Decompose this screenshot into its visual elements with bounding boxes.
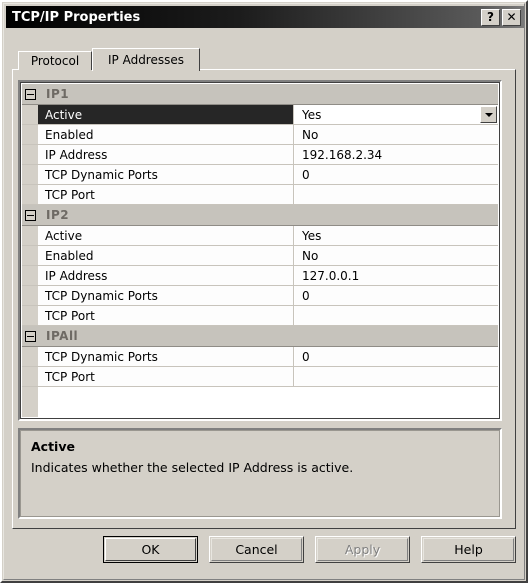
apply-button-label: Apply <box>344 542 381 557</box>
ok-button-label: OK <box>141 542 160 557</box>
description-pane: Active Indicates whether the selected IP… <box>18 428 502 519</box>
cancel-button-label: Cancel <box>235 542 278 557</box>
property-name: TCP Dynamic Ports <box>38 165 294 184</box>
table-row[interactable]: TCP Port <box>22 367 498 387</box>
property-value[interactable]: 0 <box>295 286 498 305</box>
title-bar-buttons: ? ✕ <box>481 8 521 26</box>
property-name: Active <box>38 226 294 245</box>
property-name: IP Address <box>38 145 294 164</box>
ok-button[interactable]: OK <box>103 536 198 563</box>
property-name: TCP Port <box>38 185 294 204</box>
property-value[interactable]: Yes <box>295 105 498 124</box>
table-row[interactable]: Active Yes <box>22 105 498 125</box>
tcpip-properties-dialog: TCP/IP Properties ? ✕ Protocol IP Addres… <box>0 0 528 583</box>
property-value[interactable]: No <box>295 246 498 265</box>
table-row[interactable]: Enabled No <box>22 125 498 145</box>
dialog-inner-frame: TCP/IP Properties ? ✕ Protocol IP Addres… <box>3 3 525 580</box>
property-name: TCP Dynamic Ports <box>38 286 294 305</box>
close-icon[interactable]: ✕ <box>502 8 521 26</box>
table-row[interactable]: IP Address 127.0.0.1 <box>22 266 498 286</box>
grid-rows: IP1 Active Yes Enabled No IP Address 192… <box>22 84 498 417</box>
property-grid-inner: IP1 Active Yes Enabled No IP Address 192… <box>20 82 500 419</box>
group-label-ipall: IPAll <box>46 329 79 343</box>
table-row[interactable]: IP Address 192.168.2.34 <box>22 145 498 165</box>
property-name: TCP Port <box>38 367 294 386</box>
title-bar[interactable]: TCP/IP Properties ? ✕ <box>6 6 524 28</box>
help-icon[interactable]: ? <box>481 8 500 26</box>
help-button[interactable]: Help <box>421 536 516 563</box>
collapse-minus-icon[interactable] <box>25 210 36 221</box>
apply-button: Apply <box>315 536 410 563</box>
collapse-minus-icon[interactable] <box>25 89 36 100</box>
tab-ip-addresses-label: IP Addresses <box>107 53 184 67</box>
table-row[interactable]: TCP Dynamic Ports 0 <box>22 286 498 306</box>
window-title: TCP/IP Properties <box>12 9 141 25</box>
property-value[interactable] <box>295 306 498 325</box>
group-header-ip2[interactable]: IP2 <box>22 205 498 226</box>
property-value[interactable]: 127.0.0.1 <box>295 266 498 285</box>
property-name: TCP Port <box>38 306 294 325</box>
group-label-ip2: IP2 <box>46 208 70 222</box>
group-header-ipall[interactable]: IPAll <box>22 326 498 347</box>
property-name: Enabled <box>38 246 294 265</box>
property-value[interactable]: 0 <box>295 165 498 184</box>
property-name: TCP Dynamic Ports <box>38 347 294 366</box>
description-text: Indicates whether the selected IP Addres… <box>31 460 354 475</box>
description-title: Active <box>31 439 75 454</box>
property-value[interactable] <box>295 367 498 386</box>
property-value[interactable]: Yes <box>295 226 498 245</box>
tab-ip-addresses[interactable]: IP Addresses <box>92 48 200 71</box>
group-header-ip1[interactable]: IP1 <box>22 84 498 105</box>
tab-protocol-label: Protocol <box>30 54 80 68</box>
table-row[interactable]: Enabled No <box>22 246 498 266</box>
tab-protocol[interactable]: Protocol <box>18 51 92 70</box>
collapse-minus-icon[interactable] <box>25 331 36 342</box>
table-row[interactable]: TCP Dynamic Ports 0 <box>22 165 498 185</box>
tab-strip: Protocol IP Addresses <box>18 48 515 71</box>
property-value[interactable]: 0 <box>295 347 498 366</box>
chevron-down-icon[interactable] <box>480 106 497 123</box>
property-grid[interactable]: IP1 Active Yes Enabled No IP Address 192… <box>18 80 502 421</box>
property-name: Active <box>38 105 294 124</box>
property-name: Enabled <box>38 125 294 144</box>
property-value[interactable]: No <box>295 125 498 144</box>
help-button-label: Help <box>454 542 483 557</box>
table-row[interactable]: TCP Port <box>22 185 498 205</box>
table-row[interactable]: Active Yes <box>22 226 498 246</box>
property-value[interactable] <box>295 185 498 204</box>
description-pane-inner: Active Indicates whether the selected IP… <box>20 430 500 517</box>
property-value[interactable]: 192.168.2.34 <box>295 145 498 164</box>
table-row[interactable]: TCP Port <box>22 306 498 326</box>
group-label-ip1: IP1 <box>46 87 70 101</box>
dialog-buttons: OK Cancel Apply Help <box>4 536 526 563</box>
cancel-button[interactable]: Cancel <box>209 536 304 563</box>
table-row[interactable]: TCP Dynamic Ports 0 <box>22 347 498 367</box>
property-name: IP Address <box>38 266 294 285</box>
